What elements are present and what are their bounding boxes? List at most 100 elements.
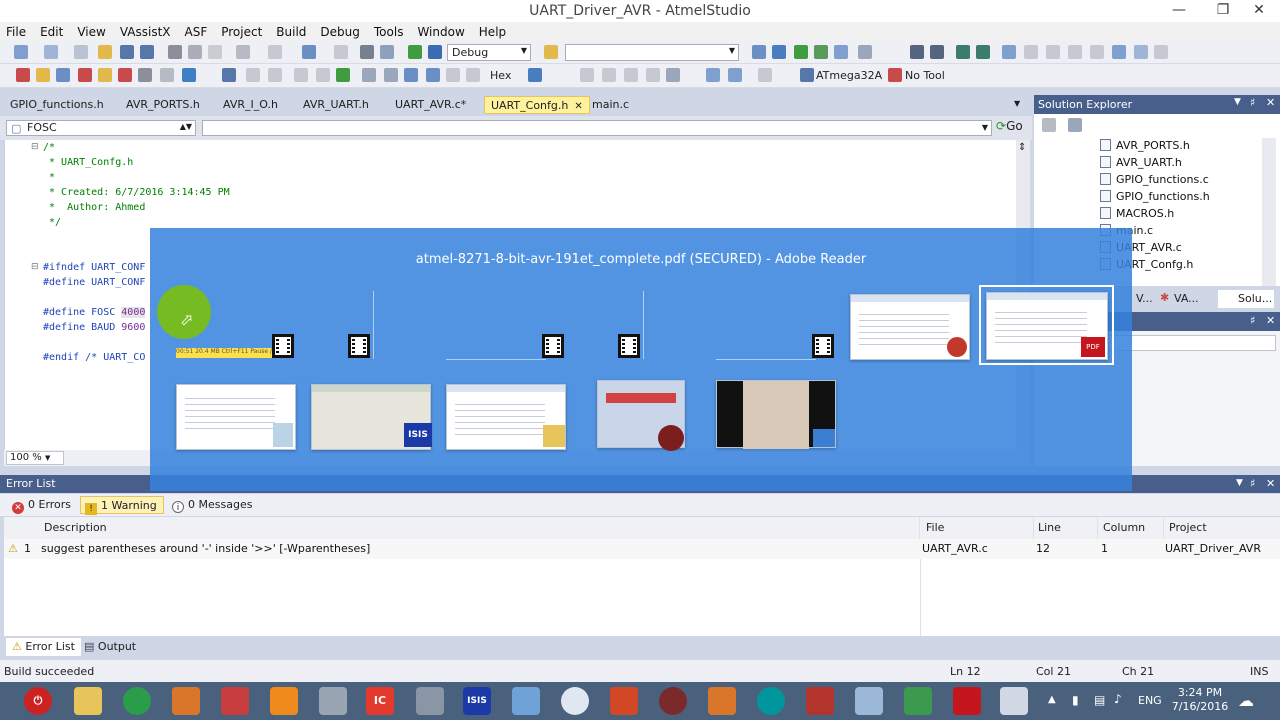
tray-expand-icon[interactable]: ▲ xyxy=(1048,694,1056,705)
window-thumbnail-adobe-reader[interactable]: PDF xyxy=(986,292,1108,360)
window-layout-icon[interactable] xyxy=(858,45,872,59)
power-icon[interactable]: ⏻ xyxy=(24,687,52,715)
clean-icon[interactable] xyxy=(56,68,70,82)
column-header-line[interactable]: Line xyxy=(1034,517,1098,539)
show-next-statement-icon[interactable] xyxy=(426,68,440,82)
tab-output[interactable]: ▤ Output xyxy=(78,638,142,656)
platform-select[interactable]: ▼ xyxy=(565,44,739,61)
cut-icon[interactable] xyxy=(168,45,182,59)
rebuild-solution-icon[interactable] xyxy=(98,68,112,82)
tree-scrollbar[interactable] xyxy=(1262,138,1276,286)
tab-avr-ports-h[interactable]: AVR_PORTS.h xyxy=(120,96,206,114)
window-thumbnail-explorer[interactable] xyxy=(446,384,566,450)
adobe-reader-icon[interactable] xyxy=(953,687,981,715)
continue-icon[interactable] xyxy=(336,68,350,82)
tool-icon[interactable] xyxy=(888,68,902,82)
registers-icon[interactable] xyxy=(624,68,638,82)
navigate-back-icon[interactable] xyxy=(302,45,316,59)
properties-icon[interactable] xyxy=(834,45,848,59)
run-to-cursor-icon[interactable] xyxy=(404,68,418,82)
device-icon[interactable] xyxy=(160,68,174,82)
collapse-all-icon[interactable] xyxy=(1042,118,1056,132)
navigate-forward-icon[interactable] xyxy=(334,45,348,59)
virtualbox-icon[interactable] xyxy=(319,687,347,715)
clock[interactable]: 3:24 PM 7/16/2016 xyxy=(1165,686,1235,714)
new-file-icon[interactable] xyxy=(74,45,88,59)
chart-app-icon[interactable] xyxy=(904,687,932,715)
step-out-icon[interactable] xyxy=(384,68,398,82)
tab-gpio-functions-h[interactable]: GPIO_functions.h xyxy=(4,96,110,114)
build-solution-icon[interactable] xyxy=(78,68,92,82)
tool-label[interactable]: No Tool xyxy=(905,69,945,82)
ic-app-icon[interactable]: IC xyxy=(366,687,394,715)
save-icon[interactable] xyxy=(120,45,134,59)
build-icon[interactable] xyxy=(16,68,30,82)
menu-debug[interactable]: Debug xyxy=(320,25,359,39)
save-all-icon[interactable] xyxy=(140,45,154,59)
tab-avr-uart-h[interactable]: AVR_UART.h xyxy=(297,96,375,114)
start-debugging-icon[interactable] xyxy=(408,45,422,59)
find-in-files-icon[interactable] xyxy=(752,45,766,59)
next-file-bookmark-icon[interactable] xyxy=(1112,45,1126,59)
locals-icon[interactable] xyxy=(602,68,616,82)
video-icon[interactable] xyxy=(855,687,883,715)
errors-filter[interactable]: ✕ 0 Errors xyxy=(8,496,77,514)
pin-dropdown-icon[interactable]: ▼ xyxy=(1234,97,1241,107)
restart-icon[interactable] xyxy=(294,68,308,82)
video-window-icon[interactable] xyxy=(272,334,294,358)
toolbar-options-icon[interactable] xyxy=(1154,45,1168,59)
device-label[interactable]: ATmega32A xyxy=(816,69,882,82)
tools-icon[interactable] xyxy=(416,687,444,715)
tree-item[interactable]: AVR_PORTS.h xyxy=(1100,139,1190,152)
video-window-icon[interactable] xyxy=(542,334,564,358)
undo-icon[interactable] xyxy=(236,45,250,59)
column-header-project[interactable]: Project xyxy=(1164,517,1280,539)
close-panel-icon[interactable]: ✕ xyxy=(1266,477,1275,490)
tab-uart-avr-c[interactable]: UART_AVR.c* xyxy=(389,96,472,114)
menu-window[interactable]: Window xyxy=(417,25,464,39)
tab-vassist-view[interactable]: V... xyxy=(1136,292,1153,305)
office-icon[interactable] xyxy=(221,687,249,715)
language-indicator[interactable]: ENG xyxy=(1138,694,1162,707)
pin-dropdown-icon[interactable]: ▼ xyxy=(1236,478,1243,488)
tab-overflow-icon[interactable]: ▼ xyxy=(1014,99,1020,108)
menu-project[interactable]: Project xyxy=(221,25,262,39)
tree-item[interactable]: GPIO_functions.h xyxy=(1100,190,1210,203)
isis-icon[interactable]: ISIS xyxy=(463,687,491,715)
tab-vassist-outline[interactable]: VA... xyxy=(1174,292,1199,305)
column-header-column[interactable]: Column xyxy=(1098,517,1164,539)
warnings-filter[interactable]: ! 1 Warning xyxy=(80,496,164,515)
attach-icon[interactable] xyxy=(246,68,260,82)
comment-icon[interactable] xyxy=(956,45,970,59)
properties-icon[interactable] xyxy=(1068,118,1082,132)
call-stack-icon[interactable] xyxy=(728,68,742,82)
powerpoint-icon[interactable] xyxy=(610,687,638,715)
breakpoints-icon[interactable] xyxy=(706,68,720,82)
tab-solution-explorer[interactable]: Solu... xyxy=(1218,290,1274,308)
cloud-icon[interactable]: ☁ xyxy=(1238,691,1254,710)
uncomment-icon[interactable] xyxy=(976,45,990,59)
zoom-select[interactable]: 100 % ▼ xyxy=(6,451,64,465)
new-project-icon[interactable] xyxy=(14,45,28,59)
memory-view-icon[interactable] xyxy=(528,68,542,82)
split-icon[interactable]: ⇕ xyxy=(1018,142,1026,153)
chrome-icon[interactable] xyxy=(123,687,151,715)
find-icon[interactable] xyxy=(380,45,394,59)
bookmark-icon[interactable] xyxy=(1002,45,1016,59)
window-thumbnail-isis[interactable]: ISIS xyxy=(311,384,432,450)
arduino-icon[interactable] xyxy=(757,687,785,715)
collapse-ifndef-icon[interactable]: ⊟ xyxy=(31,262,39,272)
watch-icon[interactable] xyxy=(580,68,594,82)
network-icon[interactable]: ▤ xyxy=(1094,693,1105,707)
compile-icon[interactable] xyxy=(138,68,152,82)
tree-item[interactable]: GPIO_functions.c xyxy=(1100,173,1209,186)
menu-help[interactable]: Help xyxy=(479,25,506,39)
menu-file[interactable]: File xyxy=(6,25,26,39)
pin-icon[interactable]: ♯ xyxy=(1250,314,1255,327)
step-over-icon[interactable] xyxy=(362,68,376,82)
step-into-icon[interactable] xyxy=(428,45,442,59)
toolbox-icon[interactable] xyxy=(814,45,828,59)
device-pack-icon[interactable] xyxy=(758,68,772,82)
copy-icon[interactable] xyxy=(188,45,202,59)
bug-icon[interactable] xyxy=(806,687,834,715)
